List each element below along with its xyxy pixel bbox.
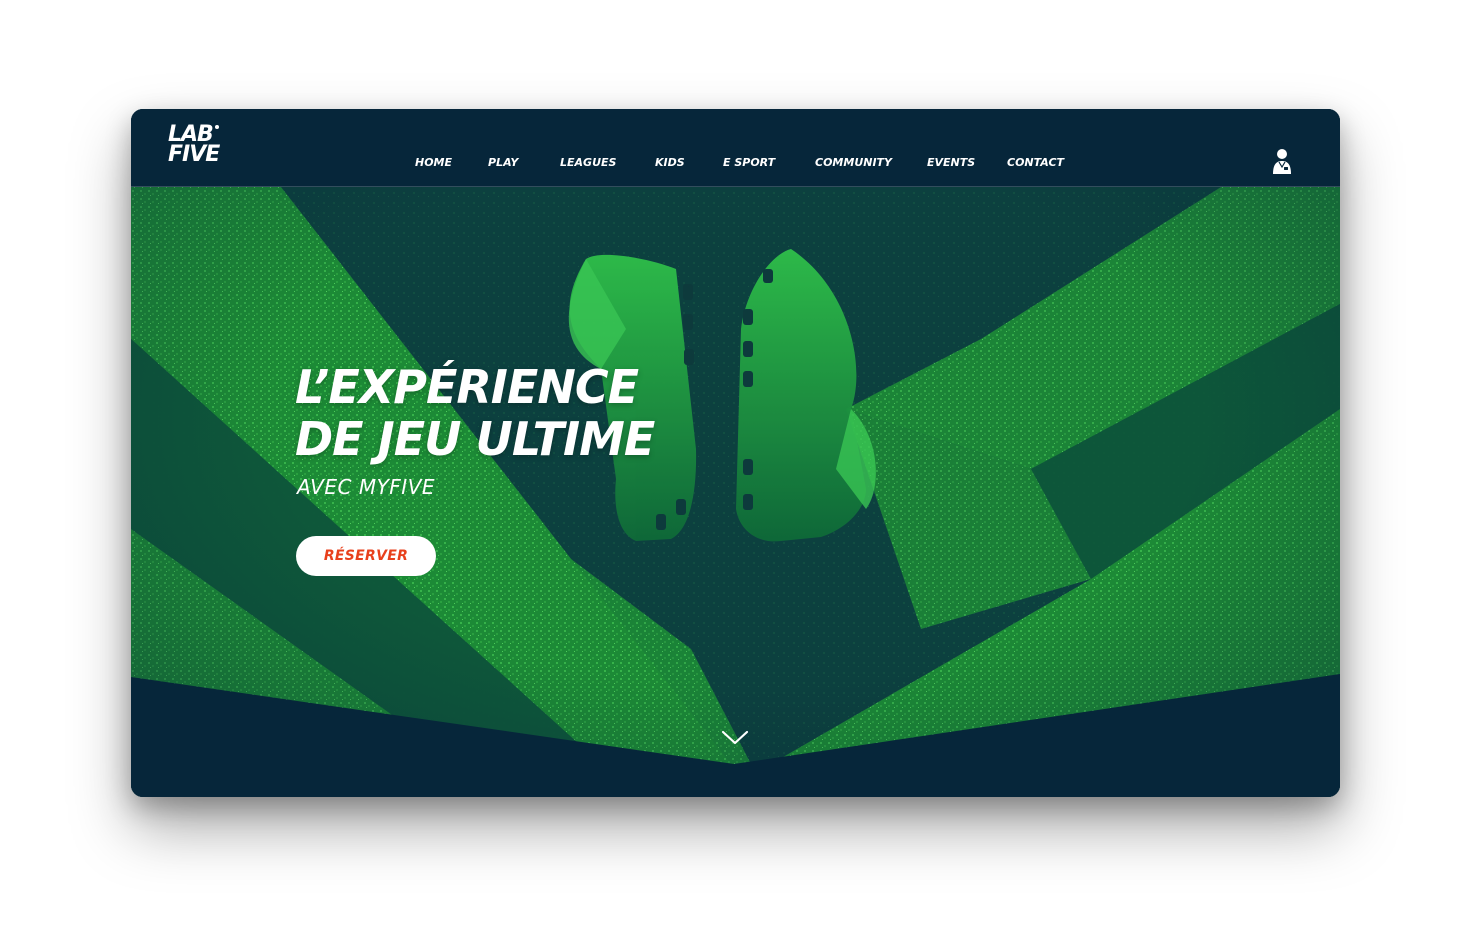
- site-header: LAB FIVE HOME PLAY LEAGUES KIDS E SPORT …: [131, 109, 1340, 187]
- chevron-down-icon[interactable]: [720, 726, 750, 748]
- hero-headline: L’EXPÉRIENCE DE JEU ULTIME: [295, 360, 655, 466]
- nav-item-community[interactable]: COMMUNITY: [815, 156, 892, 169]
- hero-headline-line-2: DE JEU ULTIME: [295, 412, 655, 466]
- nav-item-esport[interactable]: E SPORT: [723, 156, 775, 169]
- logo-mark: [215, 125, 219, 129]
- hero-subheadline: AVEC MYFIVE: [297, 475, 436, 499]
- user-account-icon[interactable]: [1272, 147, 1292, 175]
- nav-item-kids[interactable]: KIDS: [655, 156, 685, 169]
- nav-item-home[interactable]: HOME: [415, 156, 452, 169]
- hero-headline-line-1: L’EXPÉRIENCE: [295, 360, 639, 414]
- labfive-logo[interactable]: LAB FIVE: [168, 123, 224, 173]
- nav-item-leagues[interactable]: LEAGUES: [560, 156, 616, 169]
- logo-line-2: FIVE: [168, 142, 220, 168]
- nav-item-contact[interactable]: CONTACT: [1007, 156, 1064, 169]
- nav-item-play[interactable]: PLAY: [488, 156, 518, 169]
- nav-item-events[interactable]: EVENTS: [927, 156, 975, 169]
- reserve-button[interactable]: RÉSERVER: [296, 536, 436, 576]
- browser-page: LAB FIVE HOME PLAY LEAGUES KIDS E SPORT …: [131, 109, 1340, 797]
